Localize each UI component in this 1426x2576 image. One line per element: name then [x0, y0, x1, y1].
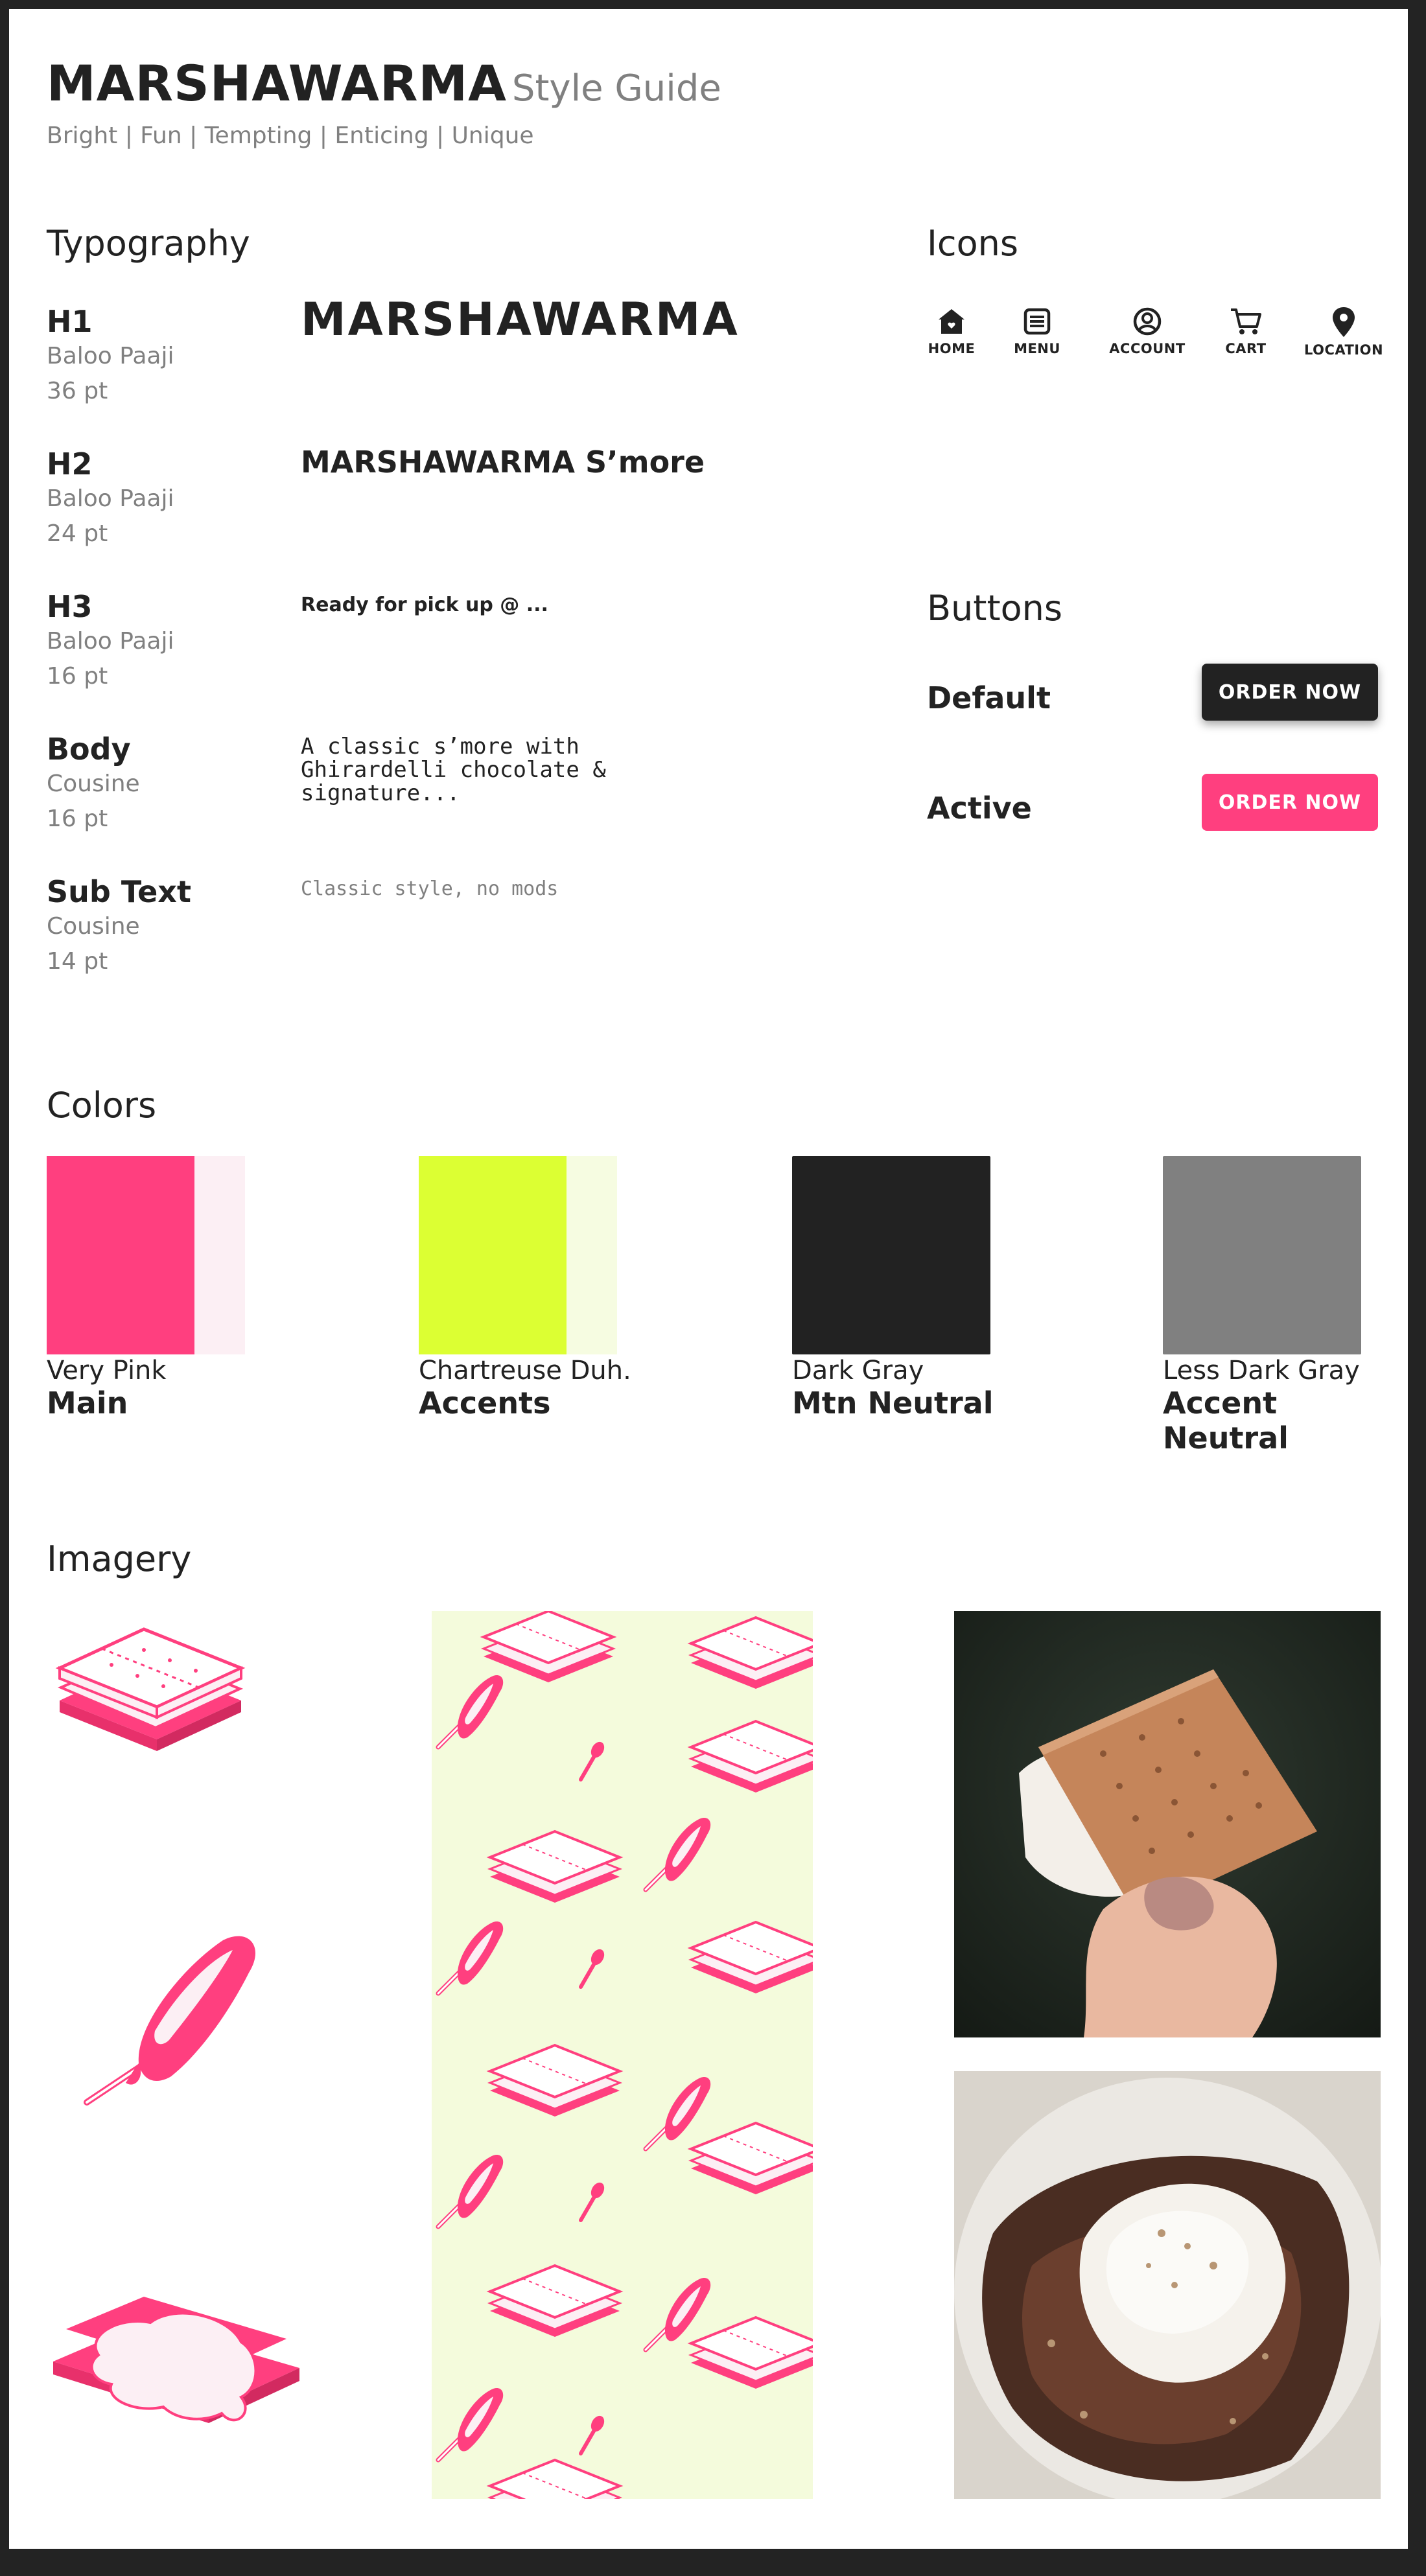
type-spec-h3: H3 Baloo Paaji 16 pt [47, 589, 174, 694]
smore-illustration [55, 1627, 246, 1751]
color-name: Dark Gray [792, 1356, 924, 1386]
color-role: Mtn Neutral [792, 1386, 994, 1421]
home-icon [939, 309, 964, 334]
type-font: Cousine [47, 771, 140, 797]
smore-dessert-plate-photo [954, 2071, 1381, 2499]
color-role: Accents [419, 1386, 551, 1421]
color-name: Chartreuse Duh. [419, 1356, 631, 1386]
subtext-sample: Classic style, no mods [301, 877, 559, 900]
icon-label: ACCOUNT [1109, 341, 1186, 356]
type-size: 16 pt [47, 663, 108, 690]
swatch-main [1163, 1156, 1361, 1354]
brand-subtitle: Style Guide [511, 67, 721, 110]
color-name: Very Pink [47, 1356, 167, 1386]
type-font: Cousine [47, 913, 140, 940]
type-size: 24 pt [47, 520, 108, 547]
color-role: Accent Neutral [1163, 1386, 1289, 1456]
type-font: Baloo Paaji [47, 628, 174, 655]
icon-label: MENU [1014, 341, 1060, 356]
type-spec-body: Body Cousine 16 pt [47, 732, 140, 837]
icon-location: LOCATION [1295, 306, 1392, 358]
cart-icon [1231, 308, 1261, 334]
h2-sample: MARSHAWARMA S’more [301, 445, 705, 480]
h1-sample: MARSHAWARMA [301, 293, 740, 346]
color-swatch-chartreuse: Chartreuse Duh. Accents [419, 1156, 631, 1421]
location-icon [1333, 307, 1355, 337]
brand-title: MARSHAWARMA Style Guide [47, 54, 721, 112]
color-role: Main [47, 1386, 128, 1421]
h3-sample: Ready for pick up @ ... [301, 594, 548, 616]
body-sample: A classic s’more with Ghirardelli chocol… [301, 734, 606, 806]
icon-menu: MENU [1005, 306, 1070, 356]
type-spec-h1: H1 Baloo Paaji 36 pt [47, 304, 174, 409]
button-active-label: Active [927, 791, 1032, 826]
type-font: Baloo Paaji [47, 485, 174, 512]
smore-hand-photo [954, 1611, 1381, 2037]
type-name: H2 [47, 447, 93, 482]
brand-tagline: Bright | Fun | Tempting | Enticing | Uni… [47, 122, 534, 149]
order-now-button-default[interactable]: ORDER NOW [1202, 664, 1378, 721]
type-name: Sub Text [47, 874, 191, 909]
type-name: Body [47, 732, 131, 767]
type-size: 14 pt [47, 948, 108, 975]
icon-label: CART [1225, 341, 1267, 356]
imagery-heading: Imagery [47, 1538, 192, 1579]
colors-heading: Colors [47, 1085, 157, 1126]
icon-account: ACCOUNT [1095, 306, 1199, 356]
typography-heading: Typography [47, 223, 250, 264]
type-name: H3 [47, 589, 93, 624]
account-icon [1133, 307, 1162, 336]
color-swatch-dark-gray: Dark Gray Mtn Neutral [792, 1156, 993, 1421]
color-swatch-pink: Very Pink Main [47, 1156, 245, 1421]
type-size: 16 pt [47, 806, 108, 832]
icon-label: LOCATION [1303, 342, 1384, 358]
buttons-heading: Buttons [927, 588, 1063, 629]
icon-cart: CART [1213, 306, 1278, 356]
type-spec-subtext: Sub Text Cousine 14 pt [47, 874, 191, 979]
menu-icon [1023, 308, 1051, 335]
icon-home: HOME [919, 306, 984, 356]
color-swatch-less-dark-gray: Less Dark Gray Accent Neutral [1163, 1156, 1408, 1456]
melted-smore-illustration [53, 2297, 299, 2423]
color-name: Less Dark Gray [1163, 1356, 1360, 1386]
order-now-button-active[interactable]: ORDER NOW [1202, 774, 1378, 831]
swatch-tint [419, 1156, 617, 1354]
icons-heading: Icons [927, 223, 1019, 264]
type-font: Baloo Paaji [47, 343, 174, 369]
style-guide-page: MARSHAWARMA Style Guide Bright | Fun | Te… [9, 9, 1408, 2549]
type-size: 36 pt [47, 378, 108, 404]
brand-name: MARSHAWARMA [47, 54, 507, 112]
icon-label: HOME [928, 341, 976, 356]
swatch-main [419, 1156, 567, 1354]
type-name: H1 [47, 304, 93, 339]
swatch-tint [47, 1156, 245, 1354]
swatch-main [47, 1156, 194, 1354]
button-default-label: Default [927, 680, 1051, 715]
type-spec-h2: H2 Baloo Paaji 24 pt [47, 447, 174, 551]
swatch-main [792, 1156, 990, 1354]
melting-marshmallow-illustration [84, 1936, 256, 2106]
smore-pattern [432, 1611, 813, 2499]
